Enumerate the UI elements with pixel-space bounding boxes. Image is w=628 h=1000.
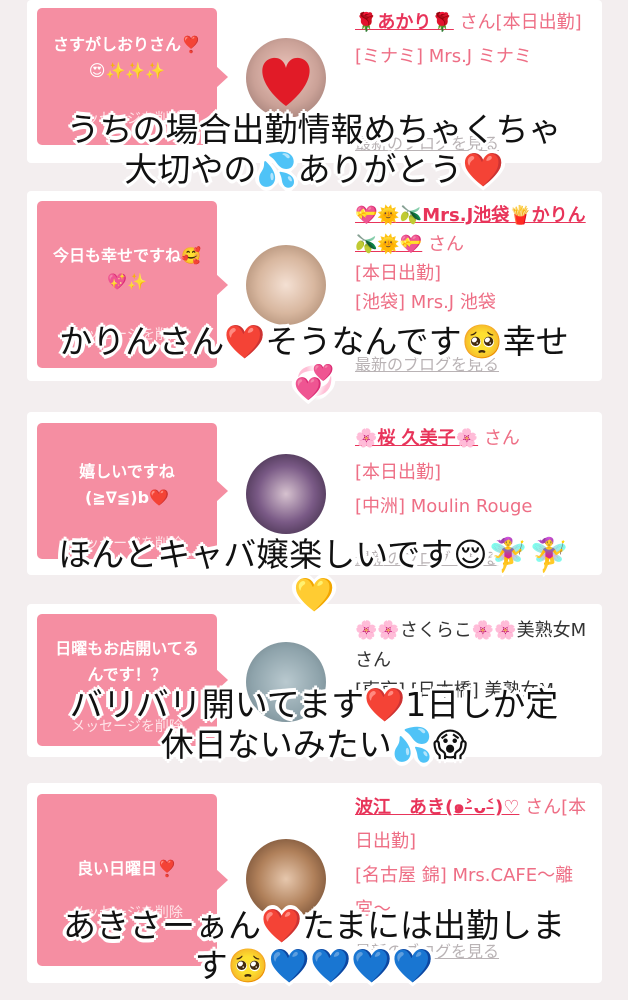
cast-info: 💝🌞🫒Mrs.J池袋🍟かりん🫒🌞💝 さん [本日出勤] [池袋] Mrs.J 池…	[355, 201, 595, 317]
cast-name-link[interactable]: 💝🌞🫒Mrs.J池袋🍟かりん🫒🌞💝	[355, 205, 586, 255]
message-text: 今日も幸せですね🥰💖✨	[53, 246, 201, 291]
cast-suffix: さん	[483, 428, 520, 449]
cast-shop: [ミナミ] Mrs.J ミナミ	[355, 46, 532, 67]
message-text: 嬉しいですね(≧∇≦)b❤️	[79, 462, 175, 507]
cast-name[interactable]: 🌸🌸さくらこ🌸🌸美熟女Mさん	[355, 620, 586, 671]
cast-name-link[interactable]: 🌹あかり🌹	[355, 12, 454, 33]
cast-suffix: さん	[427, 234, 464, 255]
message-text: 日曜もお店開いてるんです！？	[55, 639, 199, 684]
cast-shop: [中洲] Moulin Rouge	[355, 496, 533, 517]
overlay-caption: あきさーぁん❤️たまには出勤しま す🥺💙💙💙💙	[62, 906, 566, 985]
cast-shop: [池袋] Mrs.J 池袋	[355, 292, 496, 313]
overlay-caption: ほんとキャバ嬢楽しいです😌🧚‍♀️🧚‍♀️ 💛	[58, 535, 570, 614]
avatar[interactable]	[246, 38, 326, 118]
heart-sticker-icon	[262, 57, 310, 106]
cast-info: 🌹あかり🌹 さん[本日出勤] [ミナミ] Mrs.J ミナミ	[355, 6, 595, 74]
avatar[interactable]	[246, 454, 326, 534]
cast-status: [本日出勤]	[355, 462, 442, 483]
cast-name-link[interactable]: 波江 あき(๑˃̵ᴗ˂̵)♡	[355, 797, 519, 818]
cast-info: 🌸桜 久美子🌸 さん [本日出勤] [中洲] Moulin Rouge	[355, 422, 595, 524]
cast-status: さん[本日出勤]	[459, 12, 582, 33]
avatar[interactable]	[246, 245, 326, 325]
message-text: 良い日曜日❣️	[77, 859, 177, 878]
overlay-caption: バリバリ開いてます❤️1日しか定 休日ないみたい💦😱	[69, 685, 559, 764]
cast-name-link[interactable]: 🌸桜 久美子🌸	[355, 428, 478, 449]
message-text: さすがしおりさん❣️😍✨✨✨	[53, 35, 201, 80]
overlay-caption: うちの場合出勤情報めちゃくちゃ 大切やの💦ありがとう❤️	[66, 110, 562, 189]
cast-status: [本日出勤]	[355, 263, 442, 284]
overlay-caption: かりんさん❤️そうなんです🥺幸せ 💞	[59, 322, 569, 401]
